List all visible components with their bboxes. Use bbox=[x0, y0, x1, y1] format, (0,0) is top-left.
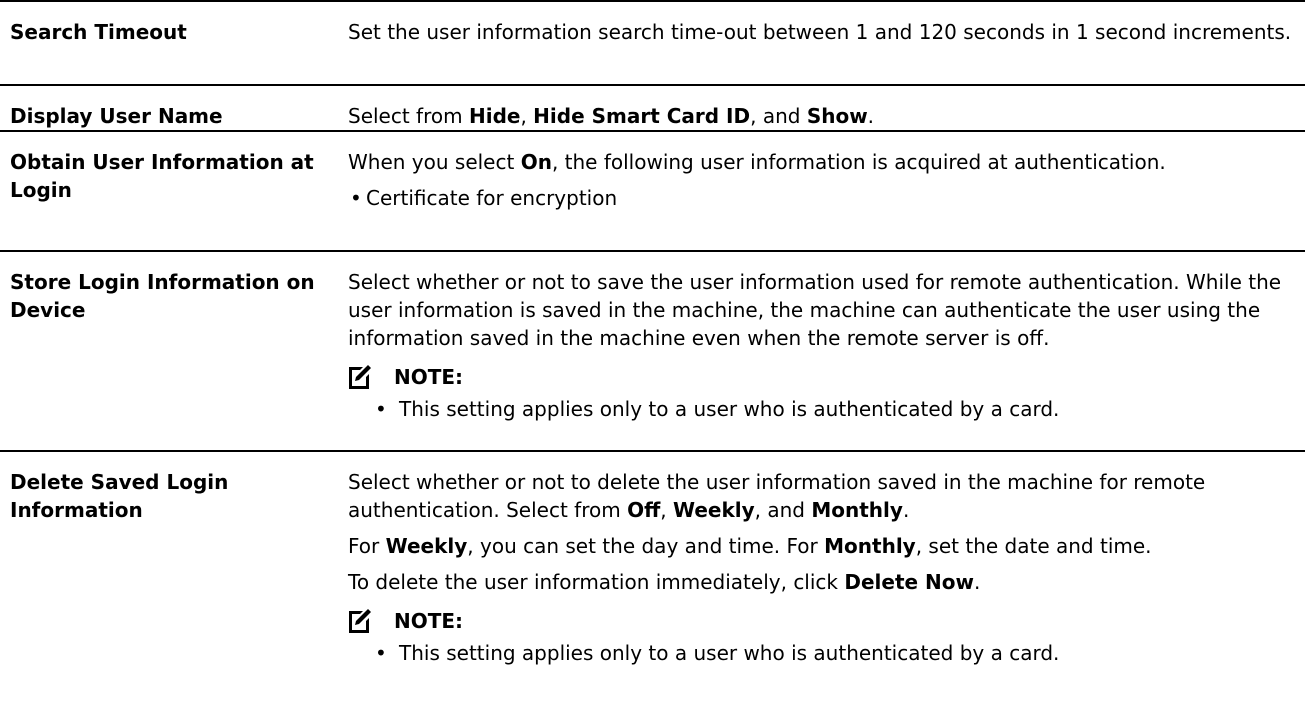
row-label: Display User Name bbox=[10, 104, 223, 128]
table-row: Obtain User Information at Login When yo… bbox=[0, 130, 1305, 250]
note-header: NOTE: bbox=[348, 362, 1295, 392]
row-label: Obtain User Information at Login bbox=[10, 150, 314, 202]
row-description: Set the user information search time-out… bbox=[348, 2, 1305, 84]
description-text: For Weekly, you can set the day and time… bbox=[348, 534, 1152, 558]
description-text: To delete the user information immediate… bbox=[348, 570, 981, 594]
description-text: Select whether or not to save the user i… bbox=[348, 270, 1282, 350]
pencil-note-icon bbox=[348, 364, 372, 390]
description-text: Set the user information search time-out… bbox=[348, 20, 1292, 44]
option-monthly: Monthly bbox=[824, 534, 916, 558]
option-hide-smart-card-id: Hide Smart Card ID bbox=[533, 104, 751, 128]
bullet-icon: • bbox=[375, 641, 387, 665]
row-description: Select from Hide, Hide Smart Card ID, an… bbox=[348, 86, 1305, 130]
note-header: NOTE: bbox=[348, 606, 1295, 636]
description-text: Select whether or not to delete the user… bbox=[348, 470, 1206, 522]
delete-now-term: Delete Now bbox=[844, 570, 974, 594]
list-item-text: Certificate for encryption bbox=[366, 186, 618, 210]
list-item: • Certificate for encryption bbox=[348, 176, 1295, 212]
note-label: NOTE: bbox=[394, 365, 464, 389]
note-label: NOTE: bbox=[394, 609, 464, 633]
bullet-icon: • bbox=[350, 186, 362, 210]
description-text: When you select On, the following user i… bbox=[348, 150, 1166, 174]
row-label: Delete Saved Login Information bbox=[10, 470, 229, 522]
table-row: Search Timeout Set the user information … bbox=[0, 0, 1305, 84]
bullet-icon: • bbox=[375, 397, 387, 421]
row-description: Select whether or not to save the user i… bbox=[348, 252, 1305, 450]
row-description: When you select On, the following user i… bbox=[348, 132, 1305, 250]
settings-table: Search Timeout Set the user information … bbox=[0, 0, 1305, 706]
description-text: Select from Hide, Hide Smart Card ID, an… bbox=[348, 104, 875, 128]
option-weekly: Weekly bbox=[385, 534, 468, 558]
note-item: • This setting applies only to a user wh… bbox=[348, 395, 1295, 423]
table-row: Store Login Information on Device Select… bbox=[0, 250, 1305, 450]
table-row: Delete Saved Login Information Select wh… bbox=[0, 450, 1305, 706]
option-monthly: Monthly bbox=[811, 498, 903, 522]
row-label: Store Login Information on Device bbox=[10, 270, 315, 322]
row-label: Search Timeout bbox=[10, 20, 187, 44]
option-show: Show bbox=[806, 104, 868, 128]
option-hide: Hide bbox=[468, 104, 521, 128]
pencil-note-icon bbox=[348, 608, 372, 634]
row-description: Select whether or not to delete the user… bbox=[348, 452, 1305, 706]
note-text: This setting applies only to a user who … bbox=[399, 397, 1060, 421]
note-item: • This setting applies only to a user wh… bbox=[348, 639, 1295, 667]
option-off: Off bbox=[627, 498, 661, 522]
option-on: On bbox=[520, 150, 552, 174]
note-text: This setting applies only to a user who … bbox=[399, 641, 1060, 665]
option-weekly: Weekly bbox=[672, 498, 755, 522]
table-row: Display User Name Select from Hide, Hide… bbox=[0, 84, 1305, 130]
